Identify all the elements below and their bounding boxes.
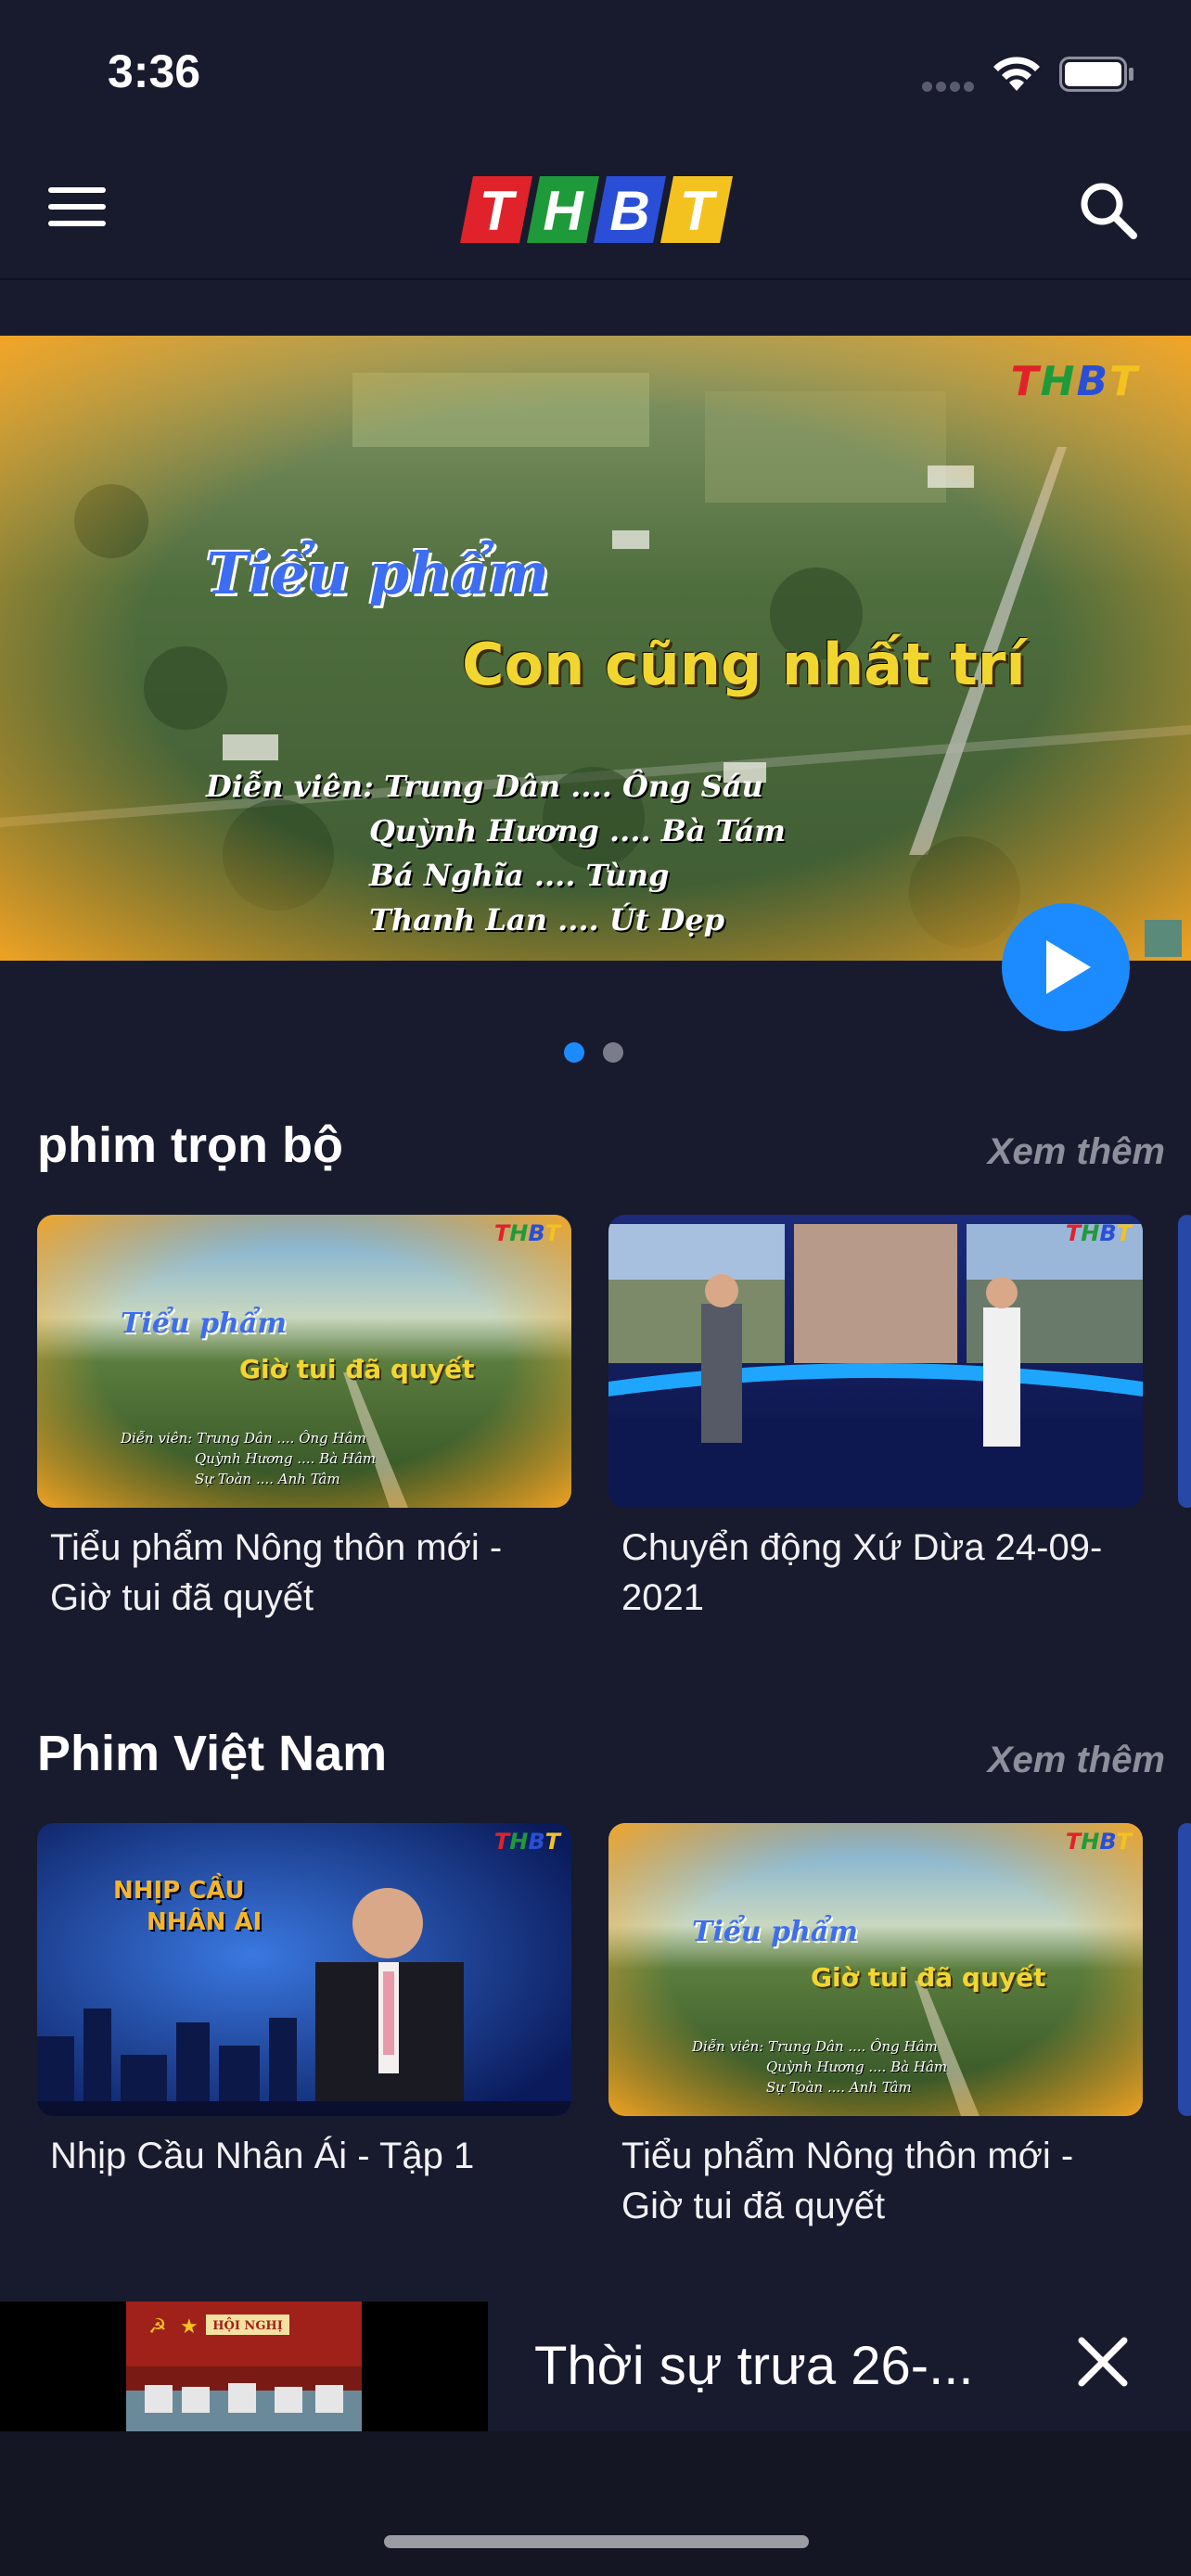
home-indicator[interactable] [384, 2535, 809, 2548]
battery-icon [1059, 57, 1133, 92]
mini-player[interactable]: HỘI NGHỊ ☭ ★ Thời sự trưa 26-... [0, 2302, 1191, 2431]
logo-letter-1: T [480, 180, 518, 242]
app-header: T H B T [0, 139, 1191, 280]
video-thumbnail: THBT Tiểu phẩm Giờ tui đã quyết Diễn viê… [608, 1823, 1143, 2116]
video-card[interactable]: THBT Chuyển động Xứ Dừa 24-09-2021 [608, 1215, 1143, 1623]
play-button[interactable] [1002, 903, 1130, 1031]
status-bar: 3:36 [0, 0, 1191, 139]
video-card-peek[interactable] [1178, 1823, 1191, 2116]
menu-icon[interactable] [48, 187, 106, 230]
mini-player-thumbnail: HỘI NGHỊ ☭ ★ [126, 2302, 362, 2431]
section-title: Phim Việt Nam [37, 1726, 388, 1781]
video-title: Tiểu phẩm Nông thôn mới - Giờ tui đã quy… [50, 1527, 503, 1618]
video-title: Tiểu phẩm Nông thôn mới - Giờ tui đã quy… [621, 2136, 1074, 2226]
video-title: Nhịp Cầu Nhân Ái - Tập 1 [50, 2136, 475, 2176]
cellular-signal-icon [922, 80, 978, 93]
thumbnail-watermark: THBT [1065, 1220, 1132, 1246]
video-card[interactable]: THBT Tiểu phẩm Giờ tui đã quyết Diễn viê… [37, 1215, 571, 1623]
carousel-pagination [564, 1042, 642, 1067]
hero-credits: Diễn viên: Trung Dân .... Ông Sáu Quỳnh … [206, 764, 786, 942]
hero-watermark: THBT [1010, 358, 1139, 405]
logo-letter-3: B [609, 180, 649, 242]
thumbnail-text: Tiểu phẩm [692, 1916, 859, 1948]
video-thumbnail: THBT Tiểu phẩm Giờ tui đã quyết Diễn viê… [37, 1215, 571, 1508]
svg-text:★: ★ [180, 2315, 198, 2339]
mini-player-title[interactable]: Thời sự trưa 26-... [534, 2335, 973, 2397]
hero-banner[interactable]: THBT Tiểu phẩm Con cũng nhất trí Diễn vi… [0, 336, 1191, 961]
section-title: phim trọn bộ [37, 1117, 343, 1173]
thumbnail-text: Tiểu phẩm [121, 1307, 288, 1340]
logo-letter-2: H [543, 180, 584, 242]
thumbnail-text: NHỊP CẦU NHÂN ÁI [113, 1877, 263, 1936]
mini-player-video[interactable]: HỘI NGHỊ ☭ ★ [0, 2302, 488, 2431]
video-card[interactable]: THBT NHỊP CẦU NHÂN ÁI Nhịp Cầu Nhân Ái - … [37, 1823, 571, 2181]
svg-text:☭: ☭ [148, 2315, 167, 2339]
play-icon [1046, 940, 1091, 994]
mini-thumb-banner: HỘI NGHỊ [212, 2317, 283, 2333]
thumbnail-watermark: THBT [493, 1220, 560, 1246]
wifi-icon [993, 57, 1040, 91]
video-title: Chuyển động Xứ Dừa 24-09-2021 [621, 1527, 1103, 1618]
thumbnail-watermark: THBT [493, 1829, 560, 1855]
thbt-logo[interactable]: T H B T [458, 172, 735, 247]
pagination-dot[interactable] [603, 1042, 623, 1063]
video-card[interactable]: THBT Tiểu phẩm Giờ tui đã quyết Diễn viê… [608, 1823, 1143, 2231]
status-time: 3:36 [108, 45, 201, 97]
hero-title-line2: Con cũng nhất trí [462, 631, 1026, 698]
hero-credit-line: Diễn viên: Trung Dân .... Ông Sáu [206, 769, 763, 804]
thumbnail-watermark: THBT [1065, 1829, 1132, 1855]
close-icon[interactable] [1076, 2335, 1130, 2389]
video-card-peek[interactable] [1178, 1215, 1191, 1508]
see-more-link[interactable]: Xem thêm [988, 1131, 1165, 1173]
see-more-link[interactable]: Xem thêm [988, 1740, 1165, 1781]
hero-credit-line: Bá Nghĩa .... Tùng [369, 858, 670, 893]
bottom-safe-area [0, 2431, 1191, 2576]
thumbnail-credits: Diễn viên: Trung Dân .... Ông Hâm Quỳnh H… [692, 2038, 948, 2096]
search-icon[interactable] [1078, 180, 1139, 241]
pagination-dot-active[interactable] [564, 1042, 584, 1063]
hero-credit-line: Quỳnh Hương .... Bà Tám [369, 813, 786, 848]
thumbnail-text: Giờ tui đã quyết [811, 1962, 1046, 1993]
thumbnail-credits: Diễn viên: Trung Dân .... Ông Hâm Quỳnh H… [121, 1430, 377, 1487]
hero-title-line1: Tiểu phẩm [206, 540, 550, 607]
video-thumbnail: THBT NHỊP CẦU NHÂN ÁI [37, 1823, 571, 2116]
thumbnail-text: Giờ tui đã quyết [239, 1354, 475, 1384]
logo-letter-4: T [680, 180, 718, 242]
video-thumbnail: THBT [608, 1215, 1143, 1508]
hero-credit-line: Thanh Lan .... Út Dẹp [369, 902, 725, 937]
